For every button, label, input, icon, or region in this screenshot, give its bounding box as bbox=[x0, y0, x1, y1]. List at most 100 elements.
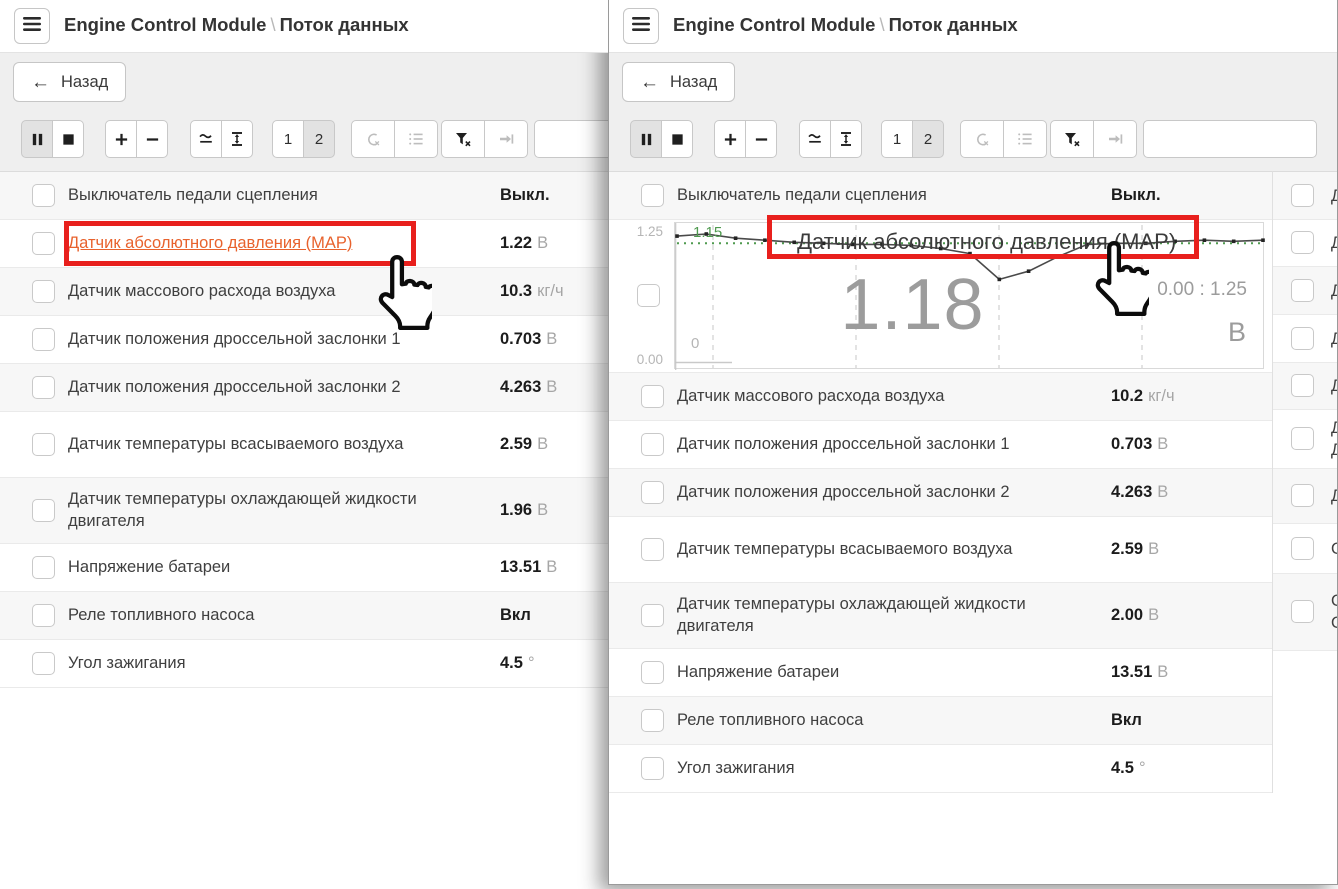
row-checkbox[interactable] bbox=[32, 652, 55, 675]
back-arrow-icon: ← bbox=[640, 73, 659, 92]
row-checkbox[interactable] bbox=[32, 499, 55, 522]
row-checkbox[interactable] bbox=[641, 481, 664, 504]
row-checkbox[interactable] bbox=[637, 284, 660, 307]
back-button[interactable]: ← Назад bbox=[13, 62, 126, 102]
breadcrumb-separator: \ bbox=[266, 14, 279, 35]
param-name-clipped: ДД bbox=[1331, 417, 1338, 461]
zoom-in-button[interactable] bbox=[714, 120, 746, 158]
param-name[interactable]: Напряжение батареи bbox=[677, 652, 1097, 694]
param-name-link[interactable]: Датчик абсолютного давления (MAP) bbox=[68, 223, 488, 265]
menu-button[interactable] bbox=[623, 8, 659, 44]
toolbar-search-input[interactable] bbox=[534, 120, 608, 158]
row-checkbox[interactable] bbox=[641, 385, 664, 408]
chart-area[interactable]: 1.1501.180.00 : 1.25ВДатчик абсолютного … bbox=[674, 222, 1264, 369]
param-value-number: 2.59 bbox=[500, 435, 532, 453]
param-value: 0.703В bbox=[1111, 435, 1168, 454]
stop-button[interactable] bbox=[661, 120, 693, 158]
row-checkbox[interactable] bbox=[641, 184, 664, 207]
chart-parameter-title: Датчик абсолютного давления (MAP) bbox=[797, 229, 1176, 255]
param-value-number: 10.2 bbox=[1111, 387, 1143, 405]
columns-2-button[interactable]: 2 bbox=[912, 120, 944, 158]
param-value-number: 1.96 bbox=[500, 501, 532, 519]
row-checkbox[interactable] bbox=[32, 184, 55, 207]
stop-button[interactable] bbox=[52, 120, 84, 158]
columns-2-button-label: 2 bbox=[315, 131, 323, 148]
row-checkbox[interactable] bbox=[1291, 484, 1314, 507]
param-value: Вкл bbox=[500, 606, 531, 625]
param-name[interactable]: Датчик температуры всасываемого воздуха bbox=[68, 424, 488, 466]
fit-vertical-icon bbox=[838, 131, 854, 147]
row-checkbox[interactable] bbox=[1291, 184, 1314, 207]
zoom-out-button[interactable] bbox=[745, 120, 777, 158]
row-checkbox[interactable] bbox=[32, 328, 55, 351]
param-name[interactable]: Датчик температуры охлаждающей жидкости … bbox=[68, 479, 488, 543]
param-name[interactable]: Датчик положения дроссельной заслонки 1 bbox=[677, 424, 1097, 466]
breadcrumb-device: Engine Control Module bbox=[64, 14, 266, 35]
zoom-in-button[interactable] bbox=[105, 120, 137, 158]
param-name[interactable]: Реле топливного насоса bbox=[68, 595, 488, 637]
param-name[interactable]: Датчик положения дроссельной заслонки 1 bbox=[68, 319, 488, 361]
param-unit: В bbox=[546, 378, 557, 396]
toolbar-group: 12 bbox=[881, 120, 944, 158]
pause-button[interactable] bbox=[21, 120, 53, 158]
smooth-graph-button[interactable] bbox=[190, 120, 222, 158]
fit-vertical-button[interactable] bbox=[221, 120, 253, 158]
row-checkbox[interactable] bbox=[641, 661, 664, 684]
param-row: Датчик температуры всасываемого воздуха2… bbox=[609, 517, 1272, 583]
fit-vertical-button[interactable] bbox=[830, 120, 862, 158]
row-checkbox[interactable] bbox=[32, 376, 55, 399]
param-row: Датчик положения дроссельной заслонки 24… bbox=[609, 469, 1272, 517]
app-header: Engine Control Module\Поток данных bbox=[609, 0, 1337, 53]
sub-bar: ← Назад 12 bbox=[0, 52, 608, 171]
menu-button[interactable] bbox=[14, 8, 50, 44]
param-name[interactable]: Угол зажигания bbox=[677, 748, 1097, 790]
toolbar-search-input[interactable] bbox=[1143, 120, 1317, 158]
row-checkbox[interactable] bbox=[32, 280, 55, 303]
param-name[interactable]: Выключатель педали сцепления bbox=[68, 175, 488, 217]
plus-icon bbox=[723, 132, 738, 147]
param-name[interactable]: Датчик положения дроссельной заслонки 2 bbox=[68, 367, 488, 409]
row-checkbox[interactable] bbox=[32, 604, 55, 627]
row-checkbox[interactable] bbox=[1291, 427, 1314, 450]
minus-icon bbox=[754, 132, 769, 147]
zoom-out-button[interactable] bbox=[136, 120, 168, 158]
param-name[interactable]: Датчик температуры всасываемого воздуха bbox=[677, 529, 1097, 571]
param-name[interactable]: Напряжение батареи bbox=[68, 547, 488, 589]
param-name[interactable]: Выключатель педали сцепления bbox=[677, 175, 1097, 217]
row-checkbox[interactable] bbox=[641, 604, 664, 627]
param-name[interactable]: Датчик массового расхода воздуха bbox=[68, 271, 488, 313]
param-value: 4.263В bbox=[500, 378, 557, 397]
toolbar-group: 12 bbox=[272, 120, 335, 158]
app-header: Engine Control Module\Поток данных bbox=[0, 0, 608, 53]
back-button[interactable]: ← Назад bbox=[622, 62, 735, 102]
row-checkbox[interactable] bbox=[1291, 374, 1314, 397]
param-name[interactable]: Угол зажигания bbox=[68, 643, 488, 685]
row-checkbox[interactable] bbox=[1291, 327, 1314, 350]
smooth-graph-button[interactable] bbox=[799, 120, 831, 158]
param-name[interactable]: Датчик массового расхода воздуха bbox=[677, 376, 1097, 418]
columns-1-button[interactable]: 1 bbox=[272, 120, 304, 158]
columns-2-button[interactable]: 2 bbox=[303, 120, 335, 158]
row-checkbox[interactable] bbox=[641, 709, 664, 732]
param-name[interactable]: Датчик температуры охлаждающей жидкости … bbox=[677, 584, 1097, 648]
row-checkbox[interactable] bbox=[641, 538, 664, 561]
filter-reset-button[interactable] bbox=[441, 120, 485, 158]
row-checkbox[interactable] bbox=[32, 232, 55, 255]
param-name[interactable]: Реле топливного насоса bbox=[677, 700, 1097, 742]
pause-button[interactable] bbox=[630, 120, 662, 158]
columns-1-button[interactable]: 1 bbox=[881, 120, 913, 158]
row-checkbox[interactable] bbox=[641, 433, 664, 456]
param-value-number: 1.22 bbox=[500, 234, 532, 252]
filter-reset-button[interactable] bbox=[1050, 120, 1094, 158]
param-unit: В bbox=[1157, 663, 1168, 681]
row-checkbox[interactable] bbox=[1291, 231, 1314, 254]
row-checkbox[interactable] bbox=[32, 556, 55, 579]
param-unit: В bbox=[537, 435, 548, 453]
param-name[interactable]: Датчик положения дроссельной заслонки 2 bbox=[677, 472, 1097, 514]
row-checkbox[interactable] bbox=[1291, 537, 1314, 560]
wave-icon bbox=[807, 131, 823, 147]
row-checkbox[interactable] bbox=[641, 757, 664, 780]
row-checkbox[interactable] bbox=[1291, 600, 1314, 623]
row-checkbox[interactable] bbox=[1291, 279, 1314, 302]
row-checkbox[interactable] bbox=[32, 433, 55, 456]
